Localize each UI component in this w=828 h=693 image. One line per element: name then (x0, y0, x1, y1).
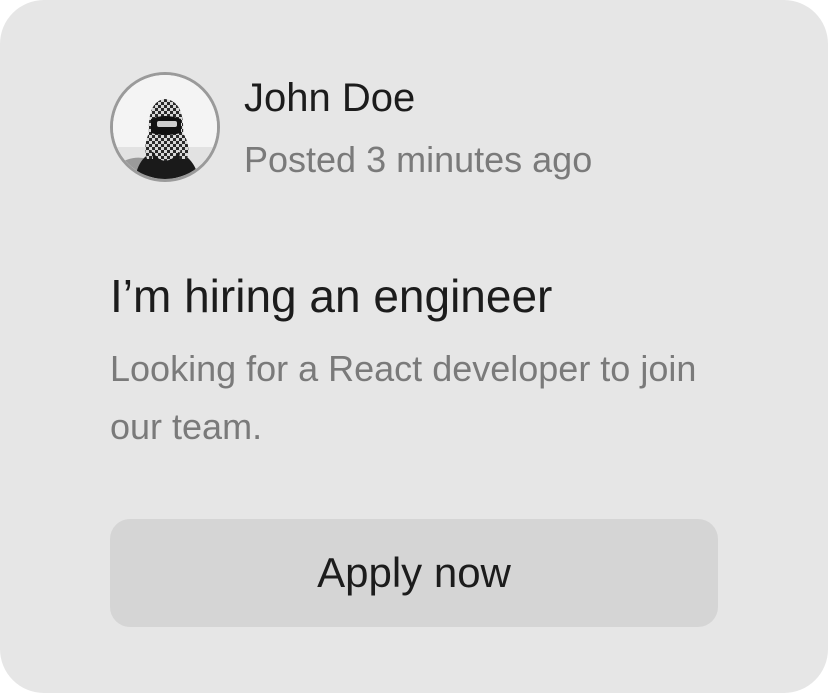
job-post-card: John Doe Posted 3 minutes ago I’m hiring… (0, 0, 828, 693)
post-description: Looking for a React developer to join ou… (110, 348, 697, 447)
post-title: I’m hiring an engineer (110, 270, 553, 322)
apply-now-button[interactable]: Apply now (110, 519, 718, 627)
avatar-photo-icon (113, 75, 217, 179)
author-name[interactable]: John Doe (244, 74, 415, 122)
author-avatar[interactable] (110, 72, 220, 182)
post-timestamp: Posted 3 minutes ago (244, 139, 593, 180)
